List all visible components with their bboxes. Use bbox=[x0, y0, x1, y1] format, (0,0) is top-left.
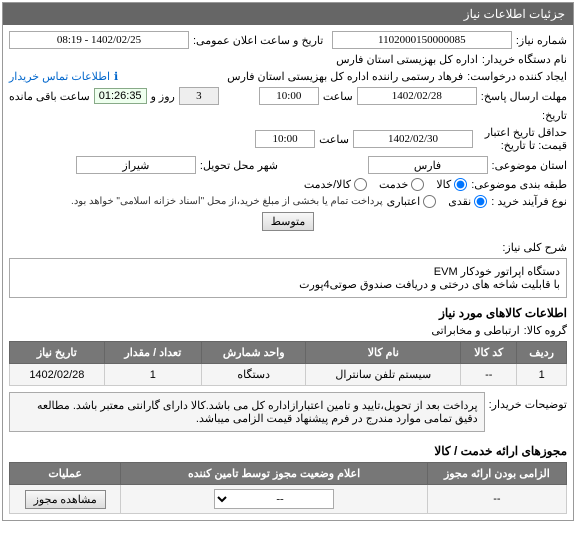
th-idx: ردیف bbox=[517, 342, 567, 364]
permit-ops: مشاهده مجوز bbox=[10, 485, 121, 514]
need-no-input[interactable] bbox=[332, 31, 512, 49]
reply-time-input[interactable] bbox=[259, 87, 319, 105]
valid-time-input[interactable] bbox=[255, 130, 315, 148]
radio-cash[interactable]: نقدی bbox=[448, 195, 487, 208]
th-required: الزامی بودن ارائه مجوز bbox=[427, 463, 566, 485]
radio-cash-input[interactable] bbox=[474, 195, 487, 208]
label-buy-process: نوع فرآیند خرید : bbox=[491, 195, 567, 208]
buy-process-group: نقدی اعتباری bbox=[387, 195, 488, 208]
label-need-title: شرح کلی نیاز: bbox=[502, 235, 567, 254]
radio-service[interactable]: خدمت bbox=[379, 178, 424, 191]
radio-goods-service[interactable]: کالا/خدمت bbox=[304, 178, 367, 191]
label-history: تاریخ: bbox=[542, 109, 567, 122]
need-details-panel: جزئیات اطلاعات نیاز شماره نیاز: تاریخ و … bbox=[2, 2, 574, 521]
goods-table-header-row: ردیف کد کالا نام کالا واحد شمارش تعداد /… bbox=[10, 342, 567, 364]
need-desc-box[interactable]: دستگاه اپراتور خودکار EVM با قابلیت شاخه… bbox=[9, 258, 567, 298]
label-classification: طبقه بندی موضوعی: bbox=[471, 178, 567, 191]
countdown-timer: 01:26:35 bbox=[94, 88, 147, 104]
permit-status-select[interactable]: -- bbox=[214, 489, 334, 509]
label-hour2: ساعت bbox=[319, 133, 349, 146]
label-city: شهر محل تحویل: bbox=[200, 159, 278, 172]
label-requester: ایجاد کننده درخواست: bbox=[467, 70, 567, 83]
info-icon: ℹ bbox=[114, 70, 118, 83]
th-code: کد کالا bbox=[461, 342, 517, 364]
th-qty: تعداد / مقدار bbox=[104, 342, 201, 364]
radio-goods-input[interactable] bbox=[454, 178, 467, 191]
radio-credit[interactable]: اعتباری bbox=[387, 195, 437, 208]
th-ops: عملیات bbox=[10, 463, 121, 485]
panel-title: جزئیات اطلاعات نیاز bbox=[3, 3, 573, 25]
permits-header: مجوزهای ارائه خدمت / کالا bbox=[9, 440, 567, 462]
label-reply-deadline: مهلت ارسال پاسخ: bbox=[481, 90, 567, 103]
cell-name: سیستم تلفن سانترال bbox=[306, 364, 461, 386]
radio-goods[interactable]: کالا bbox=[436, 178, 467, 191]
permits-table: الزامی بودن ارائه مجوز اعلام وضعیت مجوز … bbox=[9, 462, 567, 514]
cell-code: -- bbox=[461, 364, 517, 386]
goods-table: ردیف کد کالا نام کالا واحد شمارش تعداد /… bbox=[9, 341, 567, 386]
permit-row: -- -- مشاهده مجوز bbox=[10, 485, 567, 514]
medium-button[interactable]: متوسط bbox=[262, 212, 315, 231]
view-permit-button[interactable]: مشاهده مجوز bbox=[25, 490, 106, 509]
label-min-valid: حداقل تاریخ اعتبار قیمت: تا تاریخ: bbox=[477, 126, 567, 152]
goods-group-value: ارتباطی و مخابراتی bbox=[431, 324, 519, 337]
buyer-org-value: اداره کل بهزیستی استان فارس bbox=[336, 53, 478, 66]
radio-credit-input[interactable] bbox=[423, 195, 436, 208]
classification-group: کالا خدمت کالا/خدمت bbox=[304, 178, 467, 191]
cell-date: 1402/02/28 bbox=[10, 364, 105, 386]
label-province: استان موضوعی: bbox=[492, 159, 567, 172]
cell-qty: 1 bbox=[104, 364, 201, 386]
table-row[interactable]: 1 -- سیستم تلفن سانترال دستگاه 1 1402/02… bbox=[10, 364, 567, 386]
radio-service-input[interactable] bbox=[411, 178, 424, 191]
buyer-notes-box: پرداخت بعد از تحویل،تایید و تامین اعتبار… bbox=[9, 392, 485, 432]
label-buyer-org: نام دستگاه خریدار: bbox=[482, 53, 567, 66]
reply-date-input[interactable] bbox=[357, 87, 477, 105]
label-need-no: شماره نیاز: bbox=[516, 34, 567, 47]
permit-required: -- bbox=[427, 485, 566, 514]
label-buyer-notes: توضیحات خریدار: bbox=[489, 392, 567, 411]
cell-unit: دستگاه bbox=[202, 364, 306, 386]
goods-info-header: اطلاعات کالاهای مورد نیاز bbox=[9, 302, 567, 324]
permit-status: -- bbox=[121, 485, 427, 514]
label-day-and: روز و bbox=[151, 90, 175, 103]
th-unit: واحد شمارش bbox=[202, 342, 306, 364]
requester-value: فرهاد رستمی راننده اداره کل بهزیستی استا… bbox=[227, 70, 463, 83]
city-input[interactable] bbox=[76, 156, 196, 174]
days-left-input bbox=[179, 87, 219, 105]
label-hour1: ساعت bbox=[323, 90, 353, 103]
label-public-date: تاریخ و ساعت اعلان عمومی: bbox=[193, 34, 323, 47]
contact-link[interactable]: اطلاعات تماس خریدار bbox=[9, 70, 110, 83]
permits-header-row: الزامی بودن ارائه مجوز اعلام وضعیت مجوز … bbox=[10, 463, 567, 485]
th-name: نام کالا bbox=[306, 342, 461, 364]
province-input[interactable] bbox=[368, 156, 488, 174]
public-date-input[interactable] bbox=[9, 31, 189, 49]
credit-note: پرداخت تمام یا بخشی از مبلغ خرید،از محل … bbox=[71, 196, 383, 207]
radio-goods-service-input[interactable] bbox=[354, 178, 367, 191]
th-date: تاریخ نیاز bbox=[10, 342, 105, 364]
valid-date-input[interactable] bbox=[353, 130, 473, 148]
label-goods-group: گروه کالا: bbox=[524, 324, 567, 337]
label-remaining: ساعت باقی مانده bbox=[9, 90, 90, 103]
cell-idx: 1 bbox=[517, 364, 567, 386]
th-status: اعلام وضعیت مجوز توسط تامین کننده bbox=[121, 463, 427, 485]
